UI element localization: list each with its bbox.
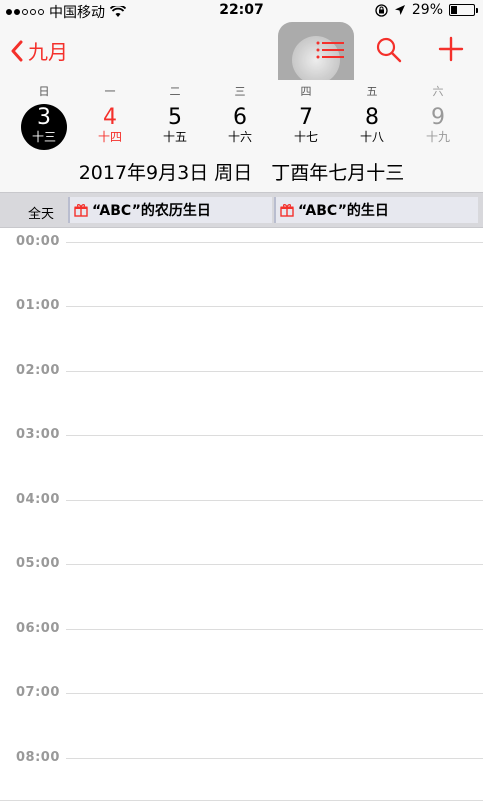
weekday-label: 三 (234, 85, 246, 98)
day-number: 8 (365, 105, 379, 130)
day-lunar: 十四 (97, 130, 122, 144)
hour-label: 00:00 (16, 234, 60, 249)
hour-label: 05:00 (16, 556, 60, 571)
all-day-event[interactable]: “ABC”的生日 (274, 197, 478, 223)
day-cell-today[interactable]: 4 十四 (86, 106, 134, 148)
day-lunar: 十八 (359, 130, 384, 144)
status-bar: 中国移动 22:07 29% (0, 0, 483, 22)
day-lunar: 十九 (425, 130, 450, 144)
all-day-event[interactable]: “ABC”的农历生日 (68, 197, 272, 223)
day-number: 4 (103, 105, 117, 130)
orientation-lock-icon (375, 3, 388, 17)
back-label: 九月 (28, 40, 68, 64)
hour-label: 04:00 (16, 492, 60, 507)
weekday-label: 二 (169, 85, 181, 98)
hour-label: 08:00 (16, 750, 60, 765)
day-lunar: 十六 (227, 130, 252, 144)
day-number: 3 (37, 105, 51, 130)
hour-row[interactable]: 06:00 (0, 621, 483, 641)
location-arrow-icon (394, 5, 405, 15)
day-lunar: 十七 (293, 130, 318, 144)
list-icon[interactable] (316, 40, 346, 60)
hour-row[interactable]: 02:00 (0, 363, 483, 383)
gift-icon (74, 204, 88, 217)
hour-label: 03:00 (16, 427, 60, 442)
day-cell[interactable]: 7 十七 (282, 106, 330, 148)
day-cell[interactable]: 9 十九 (414, 106, 462, 148)
hour-row[interactable]: 08:00 (0, 750, 483, 770)
weekday-row: 日 一 二 三 四 五 六 (0, 83, 483, 99)
weekday-label: 一 (104, 85, 116, 98)
day-number: 7 (299, 105, 313, 130)
hour-divider (66, 758, 483, 759)
hour-divider (66, 564, 483, 565)
week-strip: 日 一 二 三 四 五 六 3 十三 4 十四 5 十五 6 十六 7 十七 8… (0, 80, 483, 192)
all-day-label: 全天 (28, 207, 55, 222)
event-title: “ABC”的农历生日 (92, 203, 211, 219)
hour-divider (66, 693, 483, 694)
day-cell[interactable]: 6 十六 (216, 106, 264, 148)
weekday-label: 六 (432, 85, 444, 98)
hour-divider (66, 306, 483, 307)
add-icon[interactable] (438, 36, 464, 62)
hour-row[interactable]: 05:00 (0, 556, 483, 576)
day-cell[interactable]: 5 十五 (151, 106, 199, 148)
gift-icon (280, 204, 294, 217)
nav-bar: 九月 (0, 22, 483, 98)
weekday-label: 五 (366, 85, 378, 98)
hour-row[interactable]: 00:00 (0, 234, 483, 254)
hour-divider (66, 435, 483, 436)
hour-divider (66, 500, 483, 501)
hour-label: 07:00 (16, 685, 60, 700)
hour-row[interactable]: 03:00 (0, 427, 483, 447)
hour-row[interactable]: 04:00 (0, 492, 483, 512)
day-lunar: 十三 (31, 130, 56, 144)
hour-label: 01:00 (16, 298, 60, 313)
back-button[interactable]: 九月 (10, 36, 68, 65)
day-cell[interactable]: 8 十八 (348, 106, 396, 148)
selected-date-line: 2017年9月3日 周日 丁酉年七月十三 (78, 162, 405, 184)
all-day-section: 全天 “ABC”的农历生日 “ABC”的生日 (0, 192, 483, 228)
hour-row[interactable]: 01:00 (0, 298, 483, 318)
day-lunar: 十五 (162, 130, 187, 144)
battery-icon (449, 4, 478, 16)
search-icon[interactable] (376, 37, 402, 63)
day-number: 5 (168, 105, 182, 130)
hour-divider (66, 629, 483, 630)
event-title: “ABC”的生日 (298, 203, 389, 219)
chevron-left-icon (11, 40, 23, 61)
bottom-divider (0, 800, 483, 801)
battery-percent: 29% (411, 2, 443, 18)
day-number: 9 (431, 105, 445, 130)
weekday-label: 四 (300, 85, 312, 98)
hour-divider (66, 242, 483, 243)
weekday-label: 日 (38, 85, 50, 98)
day-cell-selected[interactable]: 3 十三 (20, 104, 68, 150)
status-right: 29% (375, 2, 478, 18)
hour-divider (66, 371, 483, 372)
hour-row[interactable]: 07:00 (0, 685, 483, 705)
day-number: 6 (233, 105, 247, 130)
hour-label: 06:00 (16, 621, 60, 636)
hour-label: 02:00 (16, 363, 60, 378)
